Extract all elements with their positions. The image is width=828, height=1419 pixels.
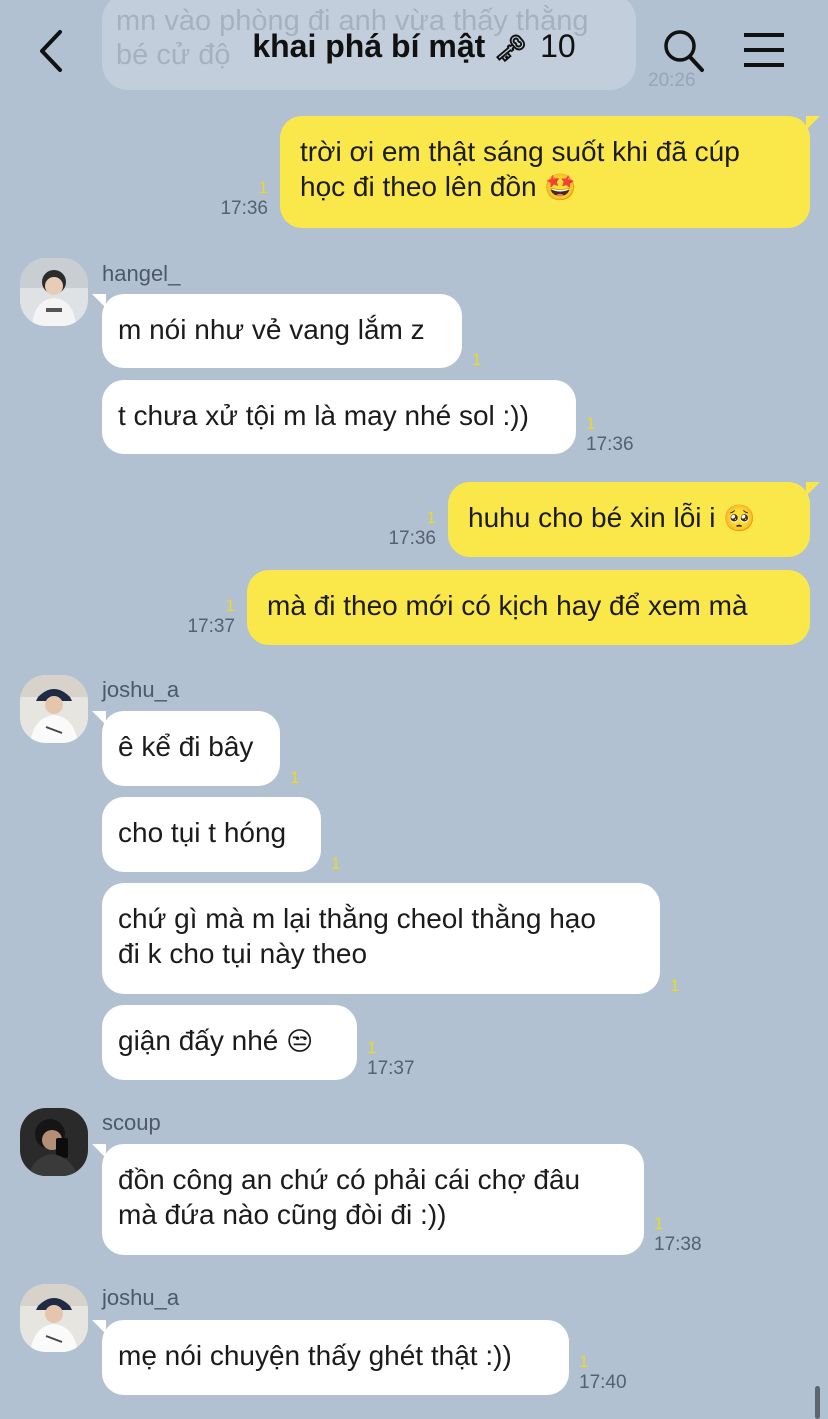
read-count: 1: [225, 596, 235, 615]
message-text: chứ gì mà m lại thằng cheol thằng hạo: [118, 903, 596, 934]
sender-name: scoup: [102, 1110, 161, 1135]
message-meta: 1 17:37: [367, 1038, 415, 1080]
avatar-hangel[interactable]: [20, 258, 88, 326]
chat-header: khai phá bí mật 🗝 10: [0, 0, 828, 100]
message-text: trời ơi em thật sáng suốt khi đã cúp: [300, 136, 740, 167]
message-text: đồn công an chứ có phải cái chợ đâu: [118, 1164, 581, 1195]
message-text: mà đi theo mới có kịch hay để xem mà: [267, 590, 748, 621]
read-count: 1: [426, 508, 436, 527]
message-text: ê kể đi bây: [118, 731, 254, 762]
message-meta: 1 17:40: [579, 1352, 627, 1394]
message-bubble-incoming[interactable]: cho tụi t hóng: [102, 797, 321, 872]
read-count: 1: [367, 1038, 377, 1057]
chat-name: khai phá bí mật: [252, 28, 486, 64]
message-time: 17:40: [579, 1372, 627, 1393]
search-icon[interactable]: [660, 26, 706, 74]
message-text: t chưa xử tội m là may nhé sol :)): [118, 400, 529, 431]
sender-name: joshu_a: [102, 677, 180, 702]
message-time: 17:37: [187, 616, 235, 637]
message-bubble-incoming[interactable]: t chưa xử tội m là may nhé sol :)): [102, 380, 576, 454]
message-bubble-incoming[interactable]: ê kể đi bây: [92, 711, 280, 786]
message-text: mẹ nói chuyện thấy ghét thật :)): [118, 1340, 512, 1371]
hamburger-menu-icon[interactable]: [740, 28, 788, 72]
message-bubble-outgoing[interactable]: trời ơi em thật sáng suốt khi đã cúp học…: [280, 116, 820, 228]
message-bubble-outgoing[interactable]: mà đi theo mới có kịch hay để xem mà: [247, 570, 810, 645]
scrollbar[interactable]: [815, 1386, 820, 1419]
message-meta: 1: [331, 854, 340, 874]
message-text: đi k cho tụi này theo: [118, 938, 368, 969]
message-meta: 1 17:38: [654, 1214, 702, 1256]
key-emoji: 🗝: [494, 34, 528, 64]
message-time: 17:36: [586, 434, 634, 455]
member-count: 10: [540, 28, 576, 64]
message-text: cho tụi t hóng: [118, 817, 287, 848]
read-count: 1: [670, 976, 680, 995]
avatar-joshu-a[interactable]: [20, 675, 88, 743]
star-struck-emoji: 🤩: [544, 173, 577, 203]
message-time: 17:38: [654, 1234, 702, 1255]
avatar-scoup[interactable]: [20, 1108, 88, 1176]
unamused-face-emoji: 😒: [286, 1027, 314, 1057]
read-count: 1: [331, 854, 341, 873]
message-text: mà đứa nào cũng đòi đi :)): [118, 1199, 447, 1230]
message-bubble-incoming[interactable]: chứ gì mà m lại thằng cheol thằng hạo đi…: [102, 883, 660, 994]
avatar-joshu-a[interactable]: [20, 1284, 88, 1352]
message-meta: 1: [290, 768, 299, 788]
read-count: 1: [290, 768, 300, 787]
message-meta: 1 17:36: [200, 178, 268, 220]
message-time: 17:36: [388, 528, 436, 549]
read-count: 1: [586, 414, 596, 433]
message-meta: 1 17:36: [368, 508, 436, 550]
message-meta: 1: [472, 350, 481, 370]
message-bubble-incoming[interactable]: mẹ nói chuyện thấy ghét thật :)): [92, 1320, 569, 1395]
pleading-face-emoji: 🥺: [723, 504, 756, 534]
read-count: 1: [579, 1352, 589, 1371]
message-meta: 1 17:37: [167, 596, 235, 638]
message-time: 17:37: [367, 1058, 415, 1079]
sender-name: hangel_: [102, 261, 181, 286]
message-text: giận đấy nhé: [118, 1025, 279, 1056]
message-text: học đi theo lên đồn 🤩: [300, 169, 794, 206]
message-text-line: học đi theo lên đồn: [300, 171, 537, 202]
read-count: 1: [472, 350, 482, 369]
sender-name: joshu_a: [102, 1285, 180, 1310]
message-bubble-incoming[interactable]: m nói như vẻ vang lắm z: [92, 294, 462, 368]
message-meta: 1 17:36: [586, 414, 634, 456]
message-text: huhu cho bé xin lỗi i: [468, 502, 716, 533]
read-count: 1: [258, 178, 268, 197]
message-bubble-incoming[interactable]: đồn công an chứ có phải cái chợ đâu mà đ…: [92, 1144, 644, 1255]
message-bubble-outgoing[interactable]: huhu cho bé xin lỗi i 🥺: [448, 482, 820, 557]
message-meta: 1: [670, 976, 679, 996]
message-time: 17:36: [220, 198, 268, 219]
message-bubble-incoming[interactable]: giận đấy nhé 😒: [102, 1005, 357, 1080]
read-count: 1: [654, 1214, 664, 1233]
message-text: m nói như vẻ vang lắm z: [118, 314, 425, 345]
